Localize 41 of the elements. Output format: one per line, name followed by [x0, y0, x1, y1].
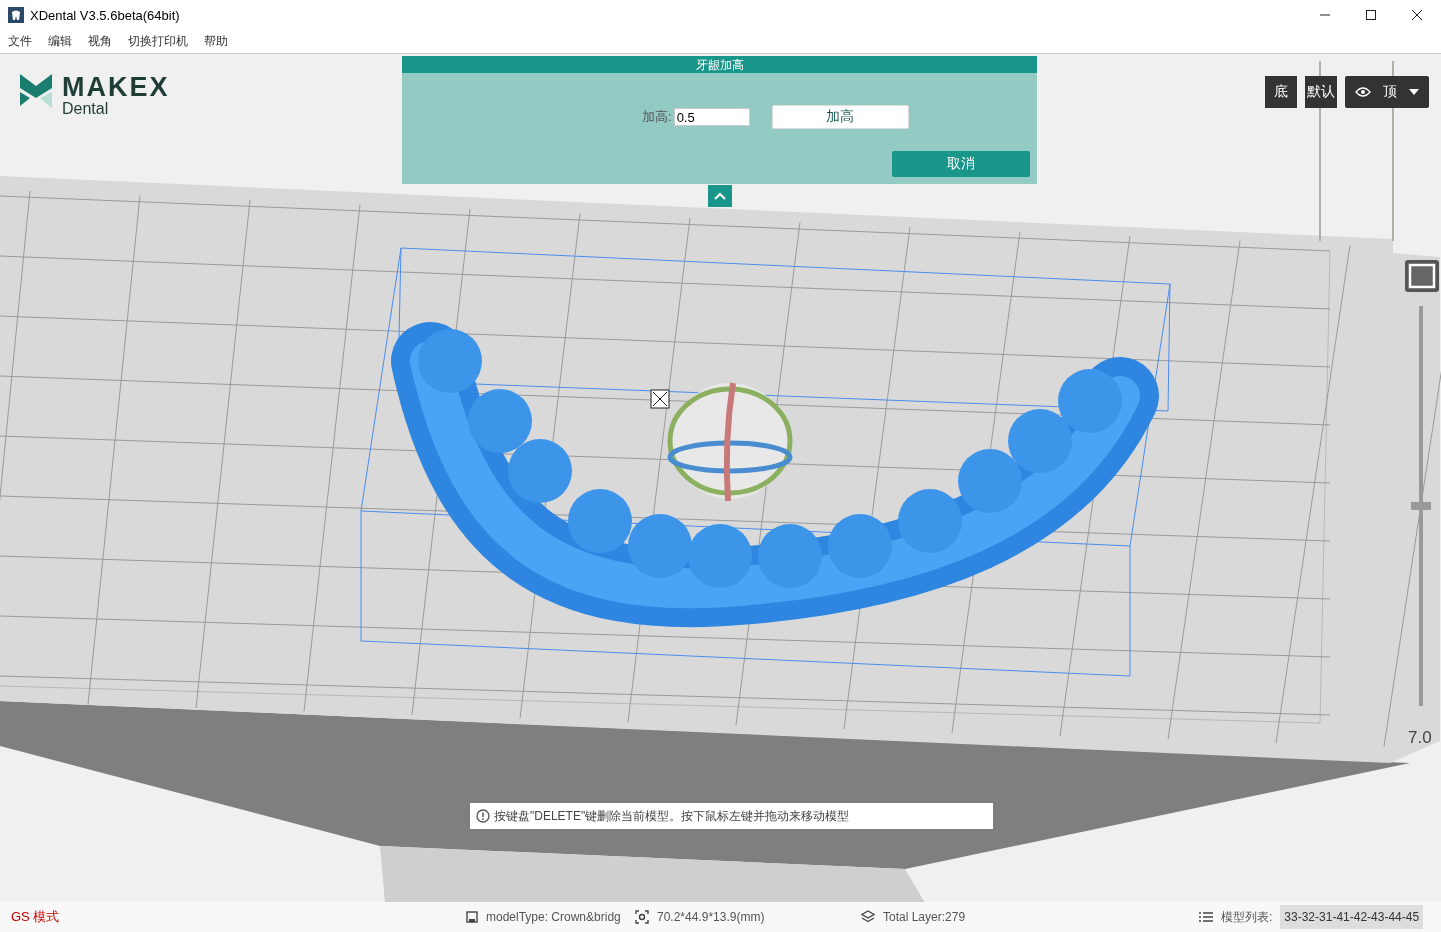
eye-icon: [1355, 87, 1371, 97]
apply-button[interactable]: 加高: [771, 105, 909, 129]
menu-item[interactable]: 切换打印机: [128, 33, 188, 50]
menu-item[interactable]: 视角: [88, 33, 112, 50]
window-title: XDental V3.5.6beta(64bit): [30, 7, 180, 23]
layer-view-icon[interactable]: [1405, 260, 1439, 292]
chevron-up-icon: [714, 192, 726, 200]
caret-icon: [1409, 89, 1419, 95]
layer-count: Total Layer:279: [883, 910, 966, 924]
menu-item[interactable]: 帮助: [204, 33, 228, 50]
input-field[interactable]: 0.5: [673, 108, 750, 126]
model-dimensions: 70.2*44.9*13.9(mm): [657, 910, 765, 924]
model-list[interactable]: 33-32-31-41-42-43-44-45: [1280, 905, 1424, 929]
dialog-title: 牙龈加高: [402, 56, 1037, 73]
list-icon: [1199, 911, 1213, 923]
mode-label: GS 模式: [11, 908, 61, 926]
field-label: 加高:: [642, 108, 672, 126]
slider-reading: 7.0: [1408, 728, 1432, 748]
info-icon: [476, 809, 490, 823]
rotation-gizmo-icon: [667, 382, 793, 502]
logo-mark-icon: [20, 74, 52, 108]
move-icon[interactable]: [650, 389, 670, 409]
focus-icon: [635, 910, 649, 924]
save-icon: [466, 911, 478, 923]
tooth-app-icon: [8, 7, 24, 23]
layers-icon: [861, 910, 875, 924]
menu-item[interactable]: 文件: [8, 33, 32, 50]
logo-brand: MAKEX: [62, 74, 170, 100]
model-list-label: 模型列表:: [1221, 908, 1273, 926]
cancel-button[interactable]: 取消: [892, 151, 1030, 177]
view-dropdown[interactable]: 顶: [1345, 76, 1429, 108]
collapse-button[interactable]: [708, 185, 732, 207]
hint-text: 按键盘"DELETE"键删除当前模型。按下鼠标左键并拖动来移动模型: [494, 807, 850, 825]
view-button[interactable]: 默认: [1305, 76, 1337, 108]
logo-product: Dental: [62, 100, 110, 118]
menu-item[interactable]: 编辑: [48, 33, 72, 50]
view-button[interactable]: 底: [1265, 76, 1297, 108]
close-icon[interactable]: [1411, 9, 1423, 21]
slider-thumb[interactable]: [1411, 502, 1431, 510]
model-type: modelType: Crown&bridg: [486, 910, 622, 924]
maximize-icon[interactable]: [1365, 9, 1377, 21]
